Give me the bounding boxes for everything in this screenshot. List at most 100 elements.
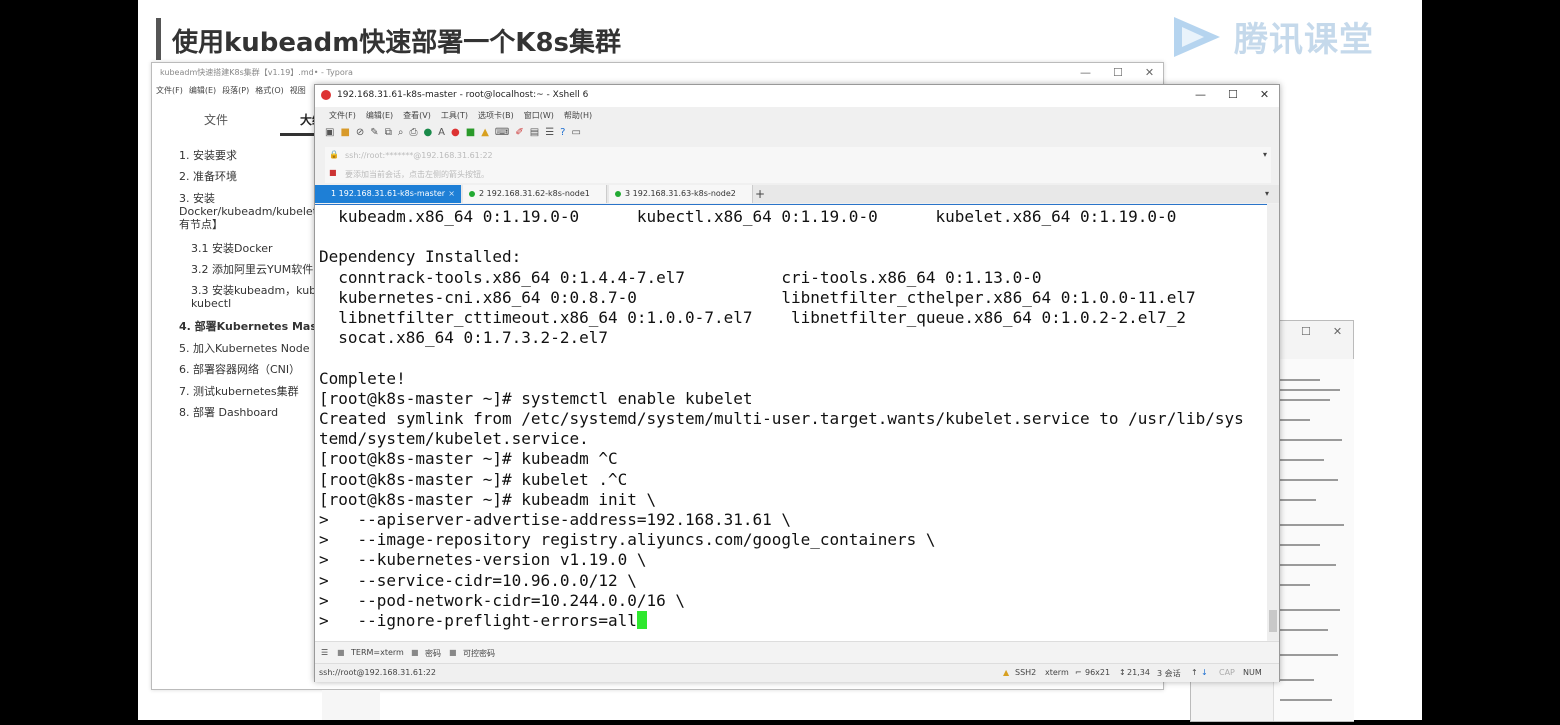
xshell-menubar: 文件(F) 编辑(E) 查看(V) 工具(T) 选项卡(B) 窗口(W) 帮助(…: [329, 110, 592, 121]
menu-tab[interactable]: 选项卡(B): [478, 110, 514, 121]
window-controls: ☐ ✕: [1301, 325, 1342, 338]
terminal-last-line: > --ignore-preflight-errors=all: [319, 611, 637, 631]
keyboard-icon[interactable]: ⌨: [495, 127, 509, 138]
outline-item[interactable]: 1. 安装要求: [179, 149, 237, 162]
notice-text: 要添加当前会话，点击左侧的箭头按钮。: [345, 170, 489, 179]
title-accent-bar: [156, 18, 161, 60]
status-cursor-pos: 21,34: [1127, 668, 1150, 677]
typora-window-controls: — ☐ ✕: [1080, 66, 1154, 79]
background-strip: [322, 690, 380, 720]
link-icon[interactable]: ⊘: [356, 127, 364, 138]
outline-item[interactable]: 有节点】: [179, 218, 223, 231]
xshell-titlebar: 192.168.31.61-k8s-master - root@localhos…: [315, 85, 1279, 107]
lock-icon[interactable]: ▲: [481, 127, 489, 138]
outline-item[interactable]: 3.3 安装kubeadm，kub: [191, 284, 316, 297]
outline-item[interactable]: 5. 加入Kubernetes Node: [179, 342, 309, 355]
outline-item[interactable]: 8. 部署 Dashboard: [179, 406, 278, 419]
menu-edit[interactable]: 编辑(E): [366, 110, 393, 121]
script-icon[interactable]: ✐: [515, 127, 523, 138]
menu-file[interactable]: 文件(F): [329, 110, 356, 121]
folder-icon: ■: [411, 648, 419, 657]
document-preview: [1273, 359, 1354, 721]
menu-help[interactable]: 帮助(H): [564, 110, 592, 121]
minimize-icon[interactable]: —: [1080, 66, 1091, 79]
add-tab-icon[interactable]: +: [755, 187, 765, 201]
layout-icon[interactable]: ☰: [545, 127, 554, 138]
chevron-down-icon[interactable]: ▾: [1263, 150, 1267, 159]
menu-tools[interactable]: 工具(T): [441, 110, 468, 121]
scrollbar-thumb[interactable]: [1269, 610, 1277, 632]
tab-file[interactable]: 文件: [204, 111, 228, 128]
maximize-icon[interactable]: ☐: [1228, 88, 1238, 101]
disconnect-icon[interactable]: ✎: [370, 127, 378, 138]
brand-name: 腾讯课堂: [1234, 20, 1374, 60]
tab-session-node1[interactable]: 2 192.168.31.62-k8s-node1: [463, 185, 607, 203]
compose-bar: ☰ ■ TERM=xterm ■ 密码 ■ 可控密码: [315, 641, 1279, 664]
outline-item[interactable]: 3. 安装: [179, 192, 215, 205]
close-icon[interactable]: ✕: [1333, 325, 1342, 338]
lock-icon: 🔒: [329, 150, 339, 159]
minimize-icon[interactable]: —: [1195, 88, 1206, 101]
maximize-icon[interactable]: ☐: [1113, 66, 1123, 79]
xshell-app-icon: [321, 90, 331, 100]
status-sessions: 3 会话: [1157, 669, 1181, 678]
outline-item[interactable]: 7. 测试kubernetes集群: [179, 385, 299, 398]
terminal-scrollbar[interactable]: [1267, 204, 1279, 640]
maximize-icon[interactable]: ☐: [1301, 325, 1311, 338]
tab-label: 1 192.168.31.61-k8s-master: [331, 189, 446, 198]
menu-icon[interactable]: ☰: [321, 648, 328, 657]
status-numlock: NUM: [1243, 668, 1262, 677]
record-icon[interactable]: ●: [451, 127, 460, 138]
menu-format[interactable]: 格式(O): [255, 85, 284, 96]
close-icon[interactable]: ✕: [1260, 88, 1269, 101]
outline-item[interactable]: kubectl: [191, 297, 231, 310]
close-icon[interactable]: ✕: [1145, 66, 1154, 79]
outline-item[interactable]: 6. 部署容器网络（CNI）: [179, 363, 300, 376]
menu-view[interactable]: 查看(V): [403, 110, 431, 121]
term-type[interactable]: TERM=xterm: [351, 648, 404, 657]
controlled-password-button[interactable]: 可控密码: [463, 648, 495, 659]
menu-view[interactable]: 视图: [290, 85, 306, 96]
chat-icon[interactable]: ▭: [571, 127, 580, 138]
status-size: 96x21: [1085, 668, 1111, 677]
status-term: xterm: [1045, 668, 1069, 677]
outline-item[interactable]: Docker/kubeadm/kubelet: [179, 205, 317, 218]
new-session-icon[interactable]: ▣: [325, 127, 334, 138]
open-folder-icon[interactable]: ■: [340, 127, 349, 138]
outline-item[interactable]: 3.1 安装Docker: [191, 242, 273, 255]
close-icon[interactable]: ×: [448, 185, 455, 203]
password-button[interactable]: 密码: [425, 648, 441, 659]
xshell-window: 192.168.31.61-k8s-master - root@localhos…: [314, 84, 1280, 682]
tab-session-master[interactable]: 1 192.168.31.61-k8s-master ×: [315, 185, 461, 203]
chevron-down-icon[interactable]: ▾: [1265, 189, 1269, 198]
bookmark-icon: ■: [329, 168, 337, 177]
xshell-window-controls: — ☐ ✕: [1195, 88, 1269, 101]
folder-icon: ■: [337, 648, 345, 657]
globe-icon[interactable]: ●: [423, 127, 432, 138]
search-icon[interactable]: ⌕: [398, 127, 404, 138]
help-icon[interactable]: ?: [560, 127, 565, 138]
outline-item[interactable]: 3.2 添加阿里云YUM软件: [191, 263, 313, 276]
tile-icon[interactable]: ▤: [530, 127, 539, 138]
tab-session-node2[interactable]: 3 192.168.31.63-k8s-node2: [609, 185, 753, 203]
copy-icon[interactable]: ⧉: [385, 127, 392, 138]
menu-file[interactable]: 文件(F): [156, 85, 183, 96]
status-caps: CAP: [1219, 668, 1235, 677]
menu-paragraph[interactable]: 段落(P): [222, 85, 249, 96]
outline-item-active[interactable]: 4. 部署Kubernetes Mast: [179, 320, 322, 333]
print-icon[interactable]: ⎙: [409, 127, 417, 138]
menu-edit[interactable]: 编辑(E): [189, 85, 216, 96]
address-bar[interactable]: 🔒 ssh://root:*******@192.168.31.61:22 ▾: [325, 147, 1271, 165]
tab-label: 3 192.168.31.63-k8s-node2: [625, 189, 736, 198]
font-icon[interactable]: A: [438, 127, 445, 138]
cursor-pos-icon: ↕: [1119, 668, 1126, 677]
session-notice-bar: ■ 要添加当前会话，点击左侧的箭头按钮。: [325, 165, 1271, 183]
connected-dot-icon: [615, 191, 621, 197]
xshell-title: 192.168.31.61-k8s-master - root@localhos…: [337, 90, 589, 100]
transfer-icon[interactable]: ■: [466, 127, 475, 138]
terminal-text: kubeadm.x86_64 0:1.19.0-0 kubectl.x86_64…: [319, 207, 1244, 631]
terminal-output[interactable]: kubeadm.x86_64 0:1.19.0-0 kubectl.x86_64…: [315, 204, 1267, 641]
outline-item[interactable]: 2. 准备环境: [179, 170, 237, 183]
menu-window[interactable]: 窗口(W): [524, 110, 554, 121]
play-icon: [1174, 16, 1220, 57]
